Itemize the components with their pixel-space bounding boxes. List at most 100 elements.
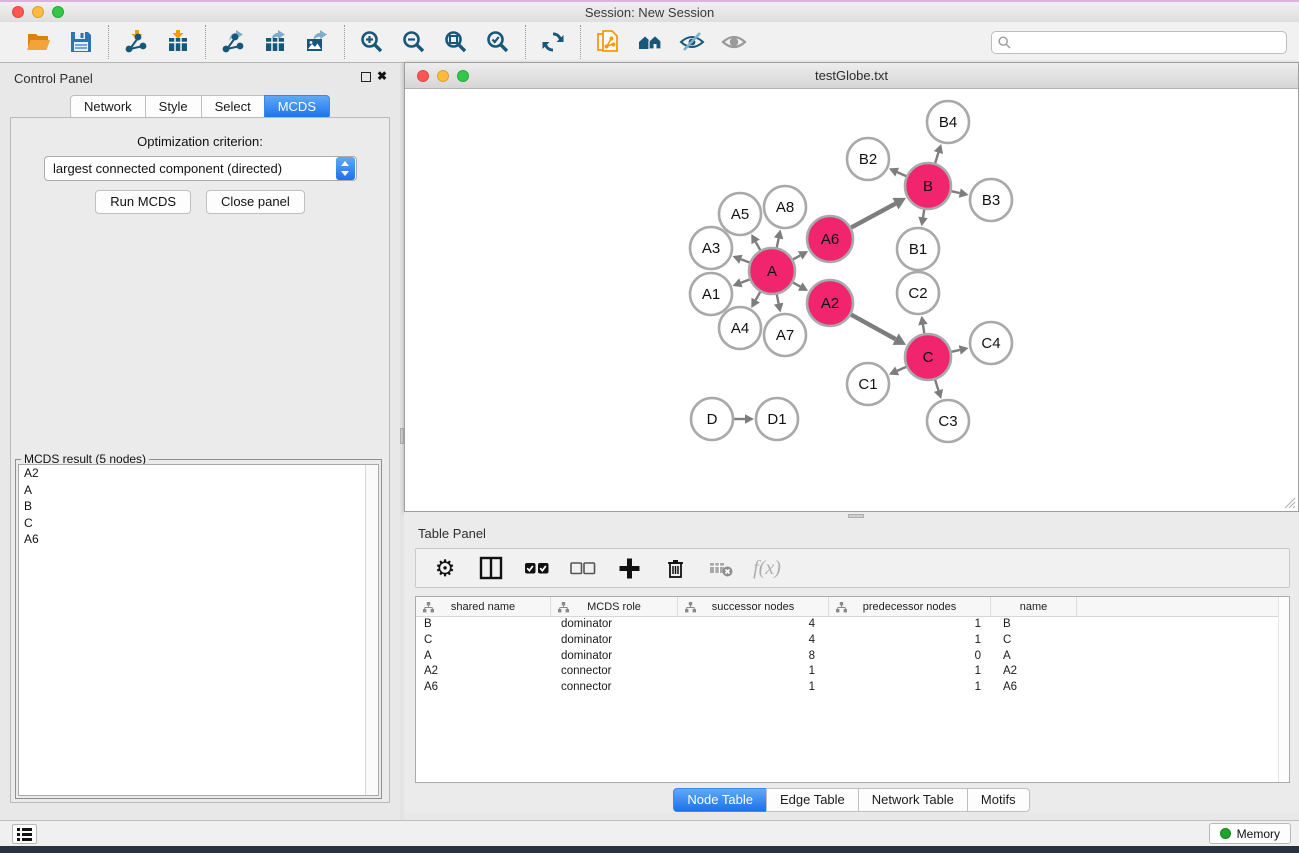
- table-scrollbar[interactable]: [1278, 597, 1289, 782]
- memory-button[interactable]: Memory: [1209, 823, 1291, 844]
- table-cell[interactable]: connector: [551, 664, 678, 680]
- tab-network[interactable]: Network: [70, 95, 146, 119]
- table-cell[interactable]: 1: [829, 633, 991, 649]
- mcds-result-item[interactable]: A: [19, 482, 378, 499]
- mcds-result-item[interactable]: B: [19, 498, 378, 515]
- import-network-icon[interactable]: [120, 26, 152, 58]
- column-header-MCDS-role[interactable]: MCDS role: [551, 597, 678, 616]
- function-builder-icon[interactable]: f(x): [752, 553, 782, 583]
- table-cell[interactable]: C: [991, 633, 1077, 649]
- table-row[interactable]: Cdominator41C: [416, 633, 1289, 649]
- show-view-icon[interactable]: [718, 26, 750, 58]
- table-cell[interactable]: dominator: [551, 633, 678, 649]
- graph-edge-C-C4[interactable]: [951, 350, 959, 352]
- table-cell[interactable]: A6: [416, 680, 551, 696]
- table-cell[interactable]: 1: [829, 680, 991, 696]
- mcds-result-scrollbar[interactable]: [365, 465, 378, 795]
- graph-edge-A-A8[interactable]: [777, 238, 779, 247]
- table-cell[interactable]: A2: [416, 664, 551, 680]
- table-row[interactable]: A2connector11A2: [416, 664, 1289, 680]
- table-row[interactable]: Bdominator41B: [416, 617, 1289, 633]
- export-table-icon[interactable]: [259, 26, 291, 58]
- graph-edge-A-A1[interactable]: [741, 279, 750, 282]
- table-tab-edge-table[interactable]: Edge Table: [766, 788, 859, 812]
- zoom-fit-icon[interactable]: [440, 26, 472, 58]
- zoom-selected-icon[interactable]: [482, 26, 514, 58]
- graph-edge-C-C3[interactable]: [935, 380, 938, 391]
- table-tab-motifs[interactable]: Motifs: [967, 788, 1030, 812]
- table-cell[interactable]: 1: [678, 664, 829, 680]
- table-cell[interactable]: 4: [678, 617, 829, 633]
- tab-mcds[interactable]: MCDS: [264, 95, 330, 119]
- gear-icon[interactable]: ⚙: [430, 553, 460, 583]
- mcds-result-item[interactable]: A2: [19, 465, 378, 482]
- table-cell[interactable]: 1: [678, 680, 829, 696]
- horizontal-divider-grip[interactable]: [848, 514, 864, 518]
- delete-column-icon[interactable]: [660, 553, 690, 583]
- search-input[interactable]: [991, 31, 1287, 54]
- table-cell[interactable]: A: [991, 649, 1077, 665]
- graph-edge-C-C1[interactable]: [897, 367, 906, 371]
- table-cell[interactable]: B: [416, 617, 551, 633]
- tab-select[interactable]: Select: [201, 95, 265, 119]
- table-cell[interactable]: 0: [829, 649, 991, 665]
- hide-selected-icon[interactable]: [676, 26, 708, 58]
- task-history-button[interactable]: [12, 824, 37, 844]
- save-session-icon[interactable]: [65, 26, 97, 58]
- table-cell[interactable]: connector: [551, 680, 678, 696]
- mcds-result-item[interactable]: C: [19, 515, 378, 532]
- graph-edge-A-A4[interactable]: [756, 292, 761, 300]
- home-views-icon[interactable]: [634, 26, 666, 58]
- window-resize-grip[interactable]: [1282, 495, 1296, 509]
- zoom-in-icon[interactable]: [356, 26, 388, 58]
- table-cell[interactable]: 1: [829, 617, 991, 633]
- table-cell[interactable]: 8: [678, 649, 829, 665]
- run-mcds-button[interactable]: Run MCDS: [95, 190, 191, 214]
- mcds-result-item[interactable]: A6: [19, 531, 378, 548]
- table-cell[interactable]: A: [416, 649, 551, 665]
- column-header-name[interactable]: name: [991, 597, 1077, 616]
- mcds-result-list[interactable]: A2ABCA6: [18, 464, 379, 796]
- column-header-shared-name[interactable]: shared name: [416, 597, 551, 616]
- graph-edge-A-A5[interactable]: [756, 242, 761, 250]
- graph-edge-A-A6[interactable]: [793, 255, 800, 259]
- table-cell[interactable]: C: [416, 633, 551, 649]
- table-cell[interactable]: 4: [678, 633, 829, 649]
- refresh-layout-icon[interactable]: [537, 26, 569, 58]
- table-cell[interactable]: B: [991, 617, 1077, 633]
- table-cell[interactable]: 1: [829, 664, 991, 680]
- graph-edge-A2-C[interactable]: [851, 315, 896, 340]
- column-header-successor-nodes[interactable]: successor nodes: [678, 597, 829, 616]
- network-canvas[interactable]: B4B2BB3A5A8A6A3B1AA1C2A2A4A7CC4C1C3DD1: [406, 90, 1297, 510]
- graph-edge-B-B3[interactable]: [951, 191, 959, 193]
- horizontal-divider[interactable]: [404, 512, 1299, 520]
- table-cell[interactable]: A2: [991, 664, 1077, 680]
- column-header-predecessor-nodes[interactable]: predecessor nodes: [829, 597, 991, 616]
- table-cell[interactable]: dominator: [551, 649, 678, 665]
- table-cell[interactable]: A6: [991, 680, 1077, 696]
- graph-edge-A-A3[interactable]: [741, 259, 750, 262]
- export-network-icon[interactable]: [217, 26, 249, 58]
- export-image-icon[interactable]: [301, 26, 333, 58]
- clone-network-icon[interactable]: [592, 26, 624, 58]
- float-control-panel-button[interactable]: [361, 72, 371, 82]
- graph-edge-A-A2[interactable]: [793, 283, 800, 287]
- import-table-icon[interactable]: [162, 26, 194, 58]
- zoom-out-icon[interactable]: [398, 26, 430, 58]
- graph-edge-B-B1[interactable]: [923, 210, 924, 218]
- close-control-panel-button[interactable]: ✖: [377, 69, 387, 83]
- tab-style[interactable]: Style: [145, 95, 202, 119]
- split-view-icon[interactable]: [476, 553, 506, 583]
- table-tab-network-table[interactable]: Network Table: [858, 788, 968, 812]
- close-panel-button[interactable]: Close panel: [206, 190, 305, 214]
- unselect-all-columns-icon[interactable]: [568, 553, 598, 583]
- graph-edge-A-A7[interactable]: [777, 295, 779, 304]
- add-column-icon[interactable]: [614, 553, 644, 583]
- open-file-icon[interactable]: [23, 26, 55, 58]
- graph-edge-B-B2[interactable]: [897, 172, 906, 176]
- criterion-select[interactable]: largest connected component (directed): [44, 156, 357, 181]
- table-row[interactable]: Adominator80A: [416, 649, 1289, 665]
- select-all-columns-icon[interactable]: [522, 553, 552, 583]
- delete-table-icon[interactable]: [706, 553, 736, 583]
- graph-edge-B-B4[interactable]: [935, 153, 938, 164]
